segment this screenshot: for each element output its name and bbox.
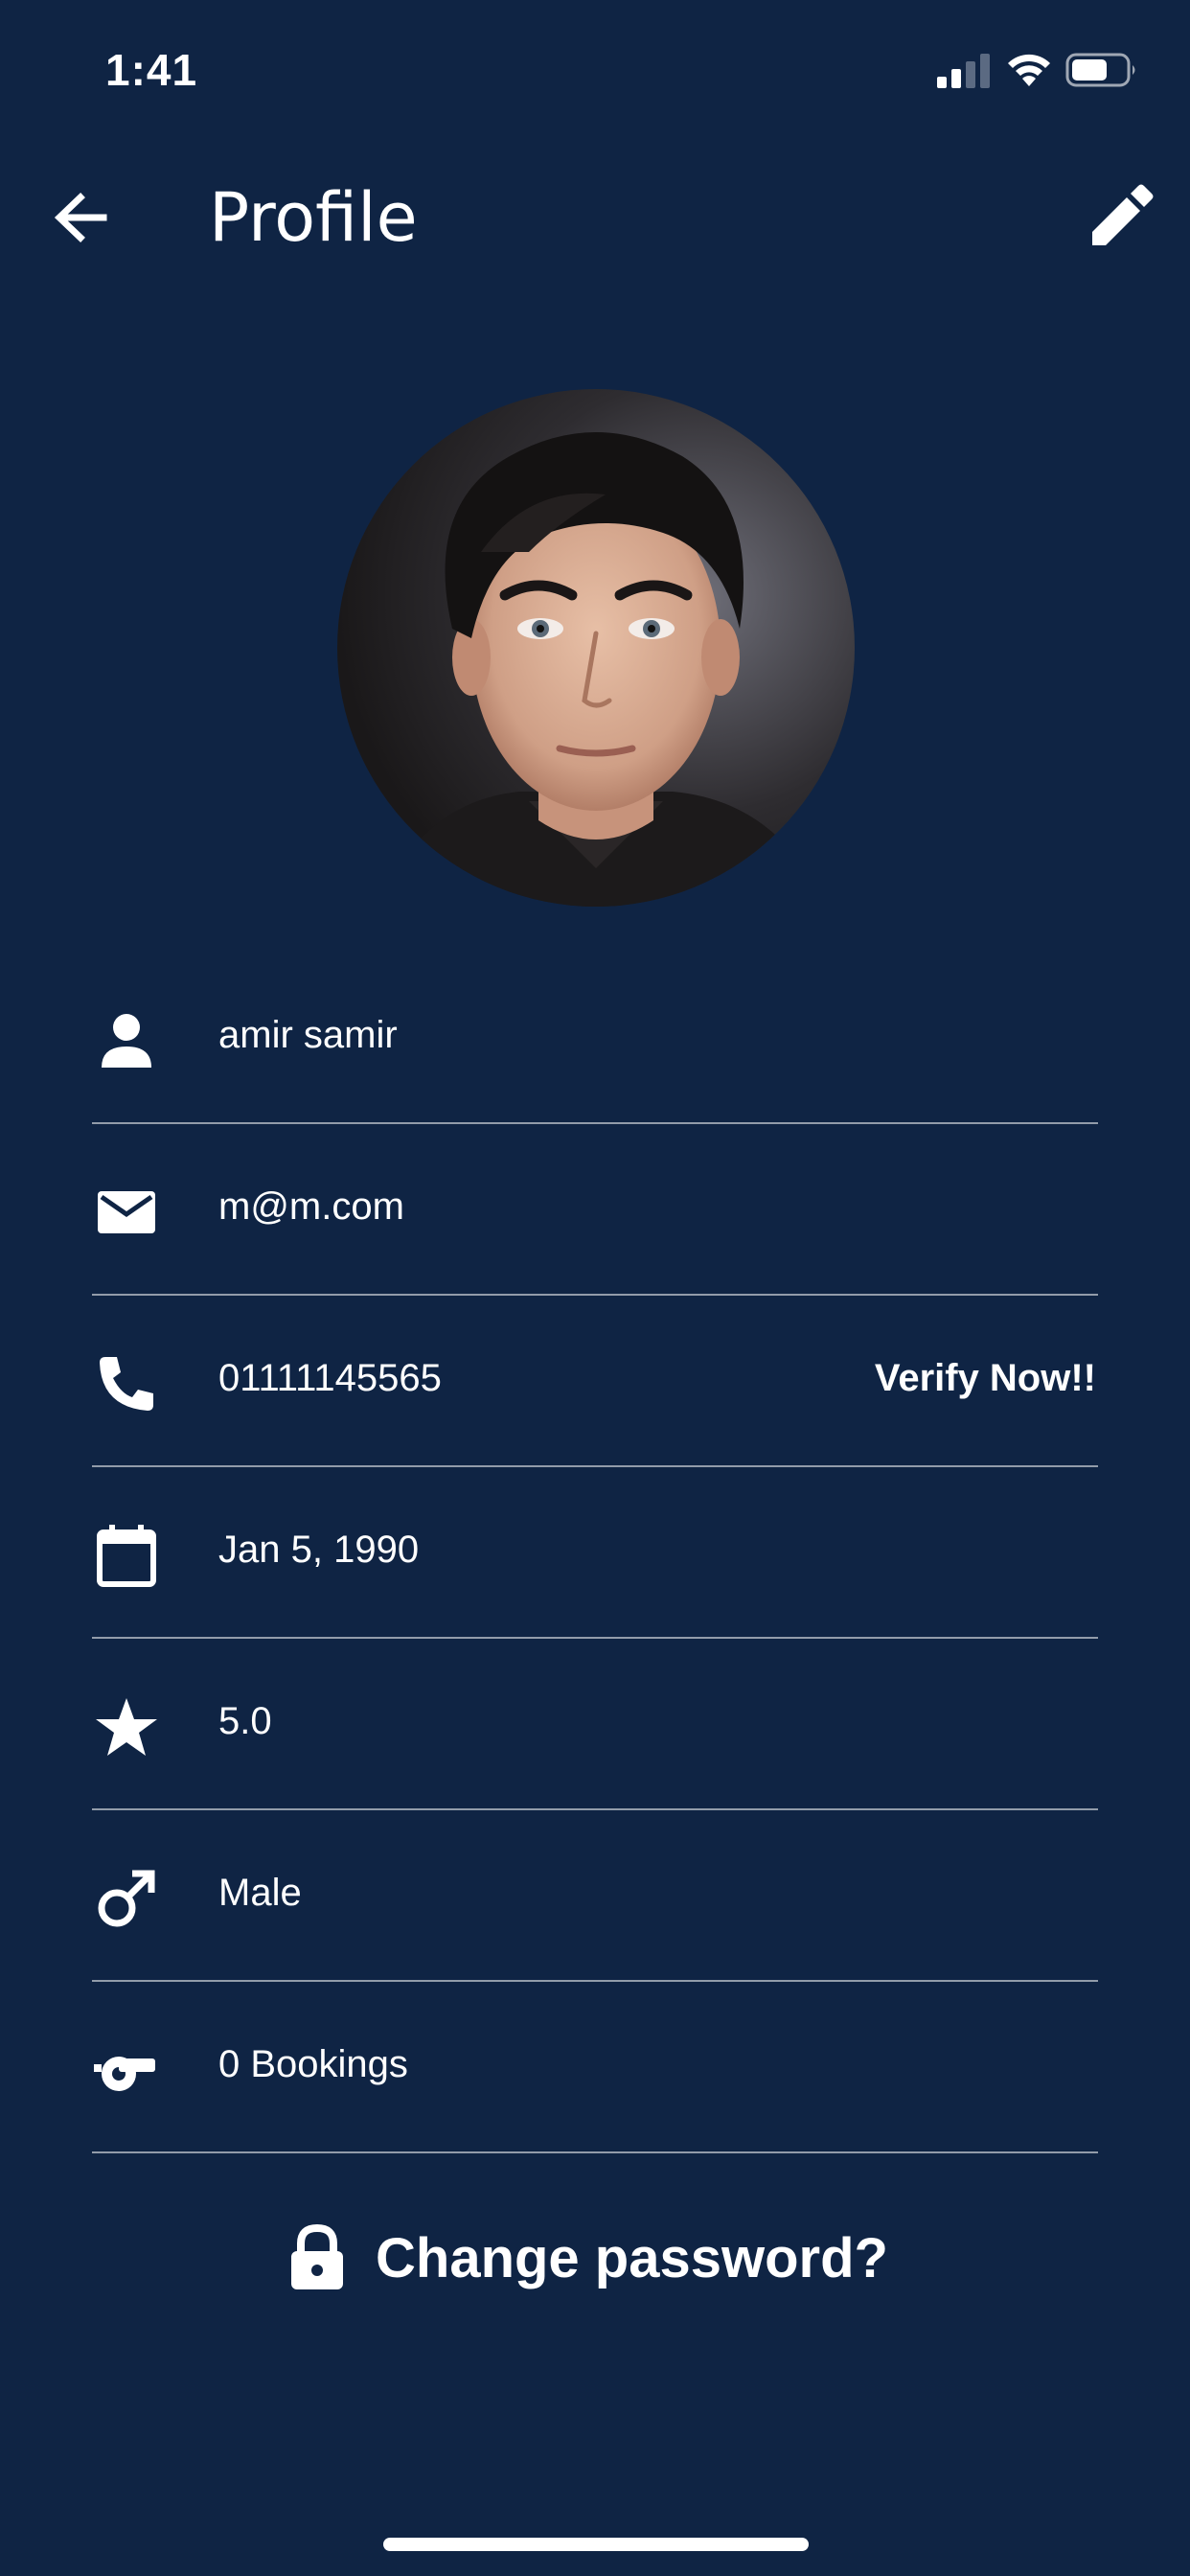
arrow-left-icon [54, 193, 107, 242]
home-indicator[interactable] [383, 2538, 809, 2551]
whistle-icon [94, 2057, 155, 2091]
change-password-button[interactable]: Change password? [287, 2220, 888, 2296]
email-value: m@m.com [218, 1185, 404, 1228]
list-item-email: m@m.com [92, 1124, 1098, 1296]
bookings-value: 0 Bookings [218, 2043, 408, 2085]
birthdate-value: Jan 5, 1990 [218, 1529, 420, 1571]
list-item-bookings: 0 Bookings [92, 1982, 1098, 2153]
list-item-phone: 01111145565 Verify Now!! [92, 1296, 1098, 1467]
battery-icon [1065, 53, 1135, 87]
lock-icon [291, 2224, 343, 2289]
status-time: 1:41 [105, 45, 198, 95]
profile-screen: 1:41 Profile amir samir m@m.com 01111145… [0, 0, 1190, 2576]
phone-icon [100, 1357, 153, 1411]
profile-info-list: amir samir m@m.com 01111145565 Verify No… [92, 953, 1098, 2153]
page-title: Profile [209, 178, 418, 257]
phone-value: 01111145565 [218, 1357, 442, 1399]
back-button[interactable] [48, 184, 115, 251]
change-password-label: Change password? [376, 2226, 888, 2289]
list-item-birthdate: Jan 5, 1990 [92, 1467, 1098, 1639]
gender-value: Male [218, 1872, 302, 1914]
male-gender-icon [98, 1870, 155, 1927]
list-item-rating: 5.0 [92, 1639, 1098, 1810]
verify-now-link[interactable]: Verify Now!! [875, 1357, 1096, 1400]
avatar[interactable] [337, 389, 855, 907]
rating-value: 5.0 [218, 1700, 272, 1742]
cellular-signal-icon [937, 54, 990, 88]
person-icon [102, 1014, 151, 1068]
edit-profile-button[interactable] [1085, 182, 1156, 253]
name-value: amir samir [218, 1014, 398, 1056]
wifi-icon [1008, 54, 1050, 86]
list-item-gender: Male [92, 1810, 1098, 1982]
calendar-icon [97, 1525, 156, 1587]
email-icon [98, 1191, 155, 1233]
pencil-icon [1092, 184, 1154, 245]
list-item-name: amir samir [92, 953, 1098, 1124]
star-icon [96, 1698, 157, 1756]
